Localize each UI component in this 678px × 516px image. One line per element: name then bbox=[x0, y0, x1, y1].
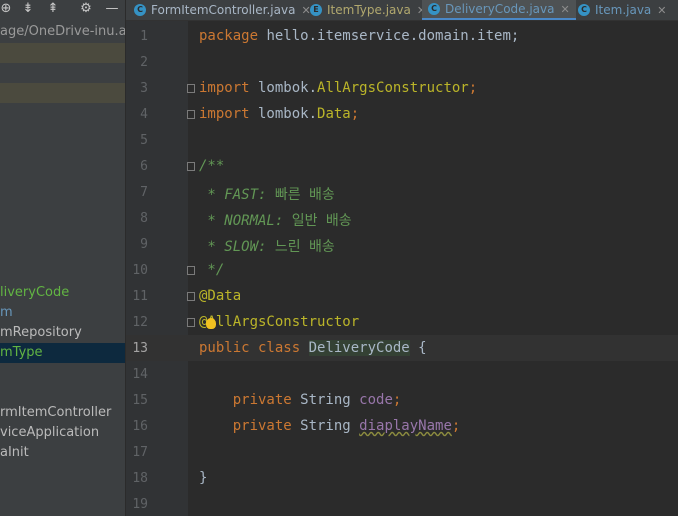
tree-item-data-init[interactable]: aInit bbox=[0, 443, 29, 463]
code-line-18: } bbox=[199, 470, 208, 486]
hide-panel-icon[interactable]: — bbox=[104, 1, 120, 17]
collapse-all-icon[interactable]: ⇞ bbox=[45, 1, 61, 17]
highlight-row bbox=[0, 43, 125, 63]
fold-marker-icon[interactable] bbox=[187, 266, 195, 275]
project-toolbar: ⊕ ⇟ ⇞ ⚙ — bbox=[0, 0, 125, 20]
line-number: 19 bbox=[132, 497, 148, 512]
line-number: 5 bbox=[140, 133, 148, 148]
tree-item-service-application[interactable]: viceApplication bbox=[0, 423, 99, 443]
line-number: 6 bbox=[140, 159, 148, 174]
keyword: public class bbox=[199, 340, 301, 356]
keyword: package bbox=[199, 28, 259, 44]
lightbulb-icon[interactable] bbox=[206, 318, 216, 329]
keyword: private bbox=[199, 418, 292, 434]
enum-icon: E bbox=[310, 4, 322, 16]
class-icon: C bbox=[578, 4, 590, 16]
tree-item-form-item-controller[interactable]: rmItemController bbox=[0, 403, 111, 423]
select-opened-file-icon[interactable]: ⊕ bbox=[0, 1, 14, 17]
field-name: diaplayName bbox=[359, 418, 452, 434]
expand-all-icon[interactable]: ⇟ bbox=[20, 1, 36, 17]
tab-item-type[interactable]: E ItemType.java ✕ bbox=[310, 0, 426, 20]
code-line-15: private String code; bbox=[199, 392, 402, 408]
line-number: 18 bbox=[132, 471, 148, 486]
tree-item-delivery-code[interactable]: liveryCode bbox=[0, 283, 69, 303]
code-line-10: */ bbox=[199, 262, 225, 278]
project-path: age/OneDrive-inu.ac. bbox=[0, 24, 125, 39]
type-name: String bbox=[291, 418, 360, 434]
tab-label: ItemType.java bbox=[327, 3, 411, 17]
line-number: 10 bbox=[132, 263, 148, 278]
line-number: 15 bbox=[132, 393, 148, 408]
javadoc-text: 일반 배송 bbox=[283, 213, 352, 229]
fold-marker-icon[interactable] bbox=[187, 292, 195, 301]
close-icon[interactable]: ✕ bbox=[561, 3, 570, 16]
line-number-current: 13 bbox=[132, 341, 148, 356]
semicolon: ; bbox=[451, 418, 461, 434]
tab-form-item-controller[interactable]: C FormItemController.java ✕ bbox=[134, 0, 311, 20]
tab-label: Item.java bbox=[595, 3, 652, 17]
import-class: AllArgsConstructor bbox=[317, 80, 469, 96]
tree-item-item[interactable]: m bbox=[0, 303, 13, 323]
code-line-7: * FAST: 빠른 배송 bbox=[199, 184, 335, 204]
fold-marker-icon[interactable] bbox=[187, 318, 195, 327]
import-class: Data bbox=[317, 106, 351, 122]
semicolon: ; bbox=[350, 106, 360, 122]
line-number: 7 bbox=[140, 185, 148, 200]
import-package: lombok. bbox=[249, 106, 318, 122]
tab-label: FormItemController.java bbox=[151, 3, 296, 17]
line-number: 8 bbox=[140, 211, 148, 226]
tab-item[interactable]: C Item.java ✕ bbox=[578, 0, 667, 20]
code-line-6: /** bbox=[199, 158, 225, 174]
line-number: 11 bbox=[132, 289, 148, 304]
javadoc-tag: * NORMAL: bbox=[199, 213, 284, 229]
class-icon: C bbox=[134, 4, 146, 16]
line-number: 14 bbox=[132, 367, 148, 382]
code-line-11: @Data bbox=[199, 288, 242, 304]
semicolon: ; bbox=[468, 80, 478, 96]
close-icon[interactable]: ✕ bbox=[657, 4, 666, 17]
class-icon: C bbox=[428, 3, 440, 15]
javadoc-tag: * SLOW: bbox=[199, 239, 267, 255]
type-name: String bbox=[291, 392, 360, 408]
line-number: 17 bbox=[132, 445, 148, 460]
code-line-1: package hello.itemservice.domain.item; bbox=[199, 28, 519, 44]
keyword: import bbox=[199, 106, 250, 122]
fold-marker-icon[interactable] bbox=[187, 110, 195, 119]
code-line-13: public class DeliveryCode { bbox=[199, 340, 427, 356]
keyword: import bbox=[199, 80, 250, 96]
gear-icon[interactable]: ⚙ bbox=[78, 1, 94, 17]
javadoc-tag: * FAST: bbox=[199, 187, 267, 203]
code-line-4: import lombok.Data; bbox=[199, 106, 359, 122]
editor-tab-bar: C FormItemController.java ✕ E ItemType.j… bbox=[126, 0, 678, 21]
javadoc-text: 느린 배송 bbox=[266, 239, 335, 255]
code-line-3: import lombok.AllArgsConstructor; bbox=[199, 80, 477, 96]
javadoc-text: 빠른 배송 bbox=[266, 187, 335, 203]
line-number: 1 bbox=[140, 29, 148, 44]
code-line-9: * SLOW: 느린 배송 bbox=[199, 236, 335, 256]
semicolon: ; bbox=[392, 392, 402, 408]
field-name: code bbox=[359, 392, 393, 408]
line-number: 4 bbox=[140, 107, 148, 122]
package-name: hello.itemservice.domain.item; bbox=[258, 28, 520, 44]
code-line-12: @AllArgsConstructor bbox=[199, 314, 360, 330]
fold-marker-icon[interactable] bbox=[187, 162, 195, 171]
code-line-8: * NORMAL: 일반 배송 bbox=[199, 210, 352, 230]
tree-item-item-type[interactable]: mType bbox=[0, 343, 43, 363]
tab-delivery-code[interactable]: C DeliveryCode.java ✕ bbox=[422, 0, 576, 20]
project-panel: ⊕ ⇟ ⇞ ⚙ — age/OneDrive-inu.ac. liveryCod… bbox=[0, 0, 125, 516]
line-number: 12 bbox=[132, 315, 148, 330]
code-line-16: private String diaplayName; bbox=[199, 418, 461, 434]
line-number: 9 bbox=[140, 237, 148, 252]
line-number: 2 bbox=[140, 55, 148, 70]
import-package: lombok. bbox=[249, 80, 318, 96]
line-number: 16 bbox=[132, 419, 148, 434]
fold-marker-icon[interactable] bbox=[187, 84, 195, 93]
line-number: 3 bbox=[140, 81, 148, 96]
brace: { bbox=[409, 340, 427, 356]
highlight-row bbox=[0, 83, 125, 103]
tab-label: DeliveryCode.java bbox=[445, 2, 555, 16]
tree-item-item-repository[interactable]: mRepository bbox=[0, 323, 82, 343]
class-name: DeliveryCode bbox=[308, 340, 410, 356]
keyword: private bbox=[199, 392, 292, 408]
